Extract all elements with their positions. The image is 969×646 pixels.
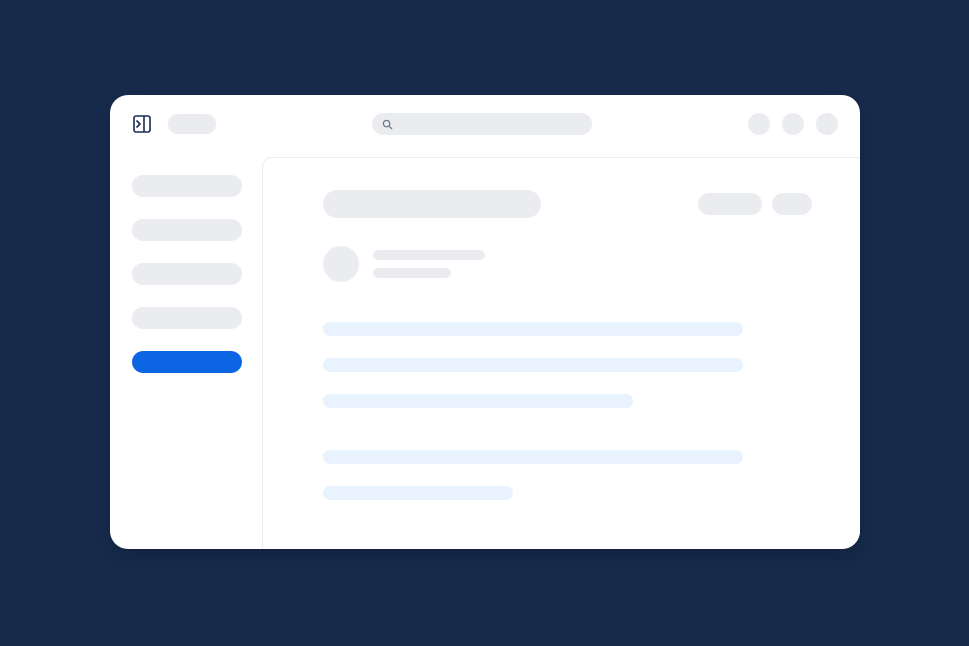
action-button-secondary[interactable]: [772, 193, 812, 215]
author-row: [323, 246, 812, 282]
app-body: [110, 153, 860, 549]
nav-item-3[interactable]: [132, 263, 242, 285]
author-meta: [373, 250, 485, 278]
header-action-1[interactable]: [748, 113, 770, 135]
content-line: [323, 486, 513, 500]
author-name: [373, 250, 485, 260]
avatar[interactable]: [323, 246, 359, 282]
header-actions: [748, 113, 838, 135]
search-icon: [382, 119, 393, 130]
content-line: [323, 358, 743, 372]
header-action-3[interactable]: [816, 113, 838, 135]
nav-item-1[interactable]: [132, 175, 242, 197]
content-line: [323, 450, 743, 464]
content-wrap: [262, 153, 860, 549]
header-action-2[interactable]: [782, 113, 804, 135]
app-window: [110, 95, 860, 549]
header: [110, 95, 860, 153]
search-input[interactable]: [372, 113, 592, 135]
nav-item-5-active[interactable]: [132, 351, 242, 373]
action-button-primary[interactable]: [698, 193, 762, 215]
action-buttons: [698, 193, 812, 215]
content-line: [323, 322, 743, 336]
content-body: [323, 322, 812, 500]
author-metadata: [373, 268, 451, 278]
page-title: [323, 190, 541, 218]
nav-item-2[interactable]: [132, 219, 242, 241]
content-line: [323, 394, 633, 408]
app-logo[interactable]: [168, 114, 216, 134]
content-panel: [262, 157, 860, 549]
content-header: [323, 190, 812, 218]
nav-item-4[interactable]: [132, 307, 242, 329]
sidebar: [110, 153, 262, 549]
sidebar-toggle-icon[interactable]: [132, 114, 152, 134]
